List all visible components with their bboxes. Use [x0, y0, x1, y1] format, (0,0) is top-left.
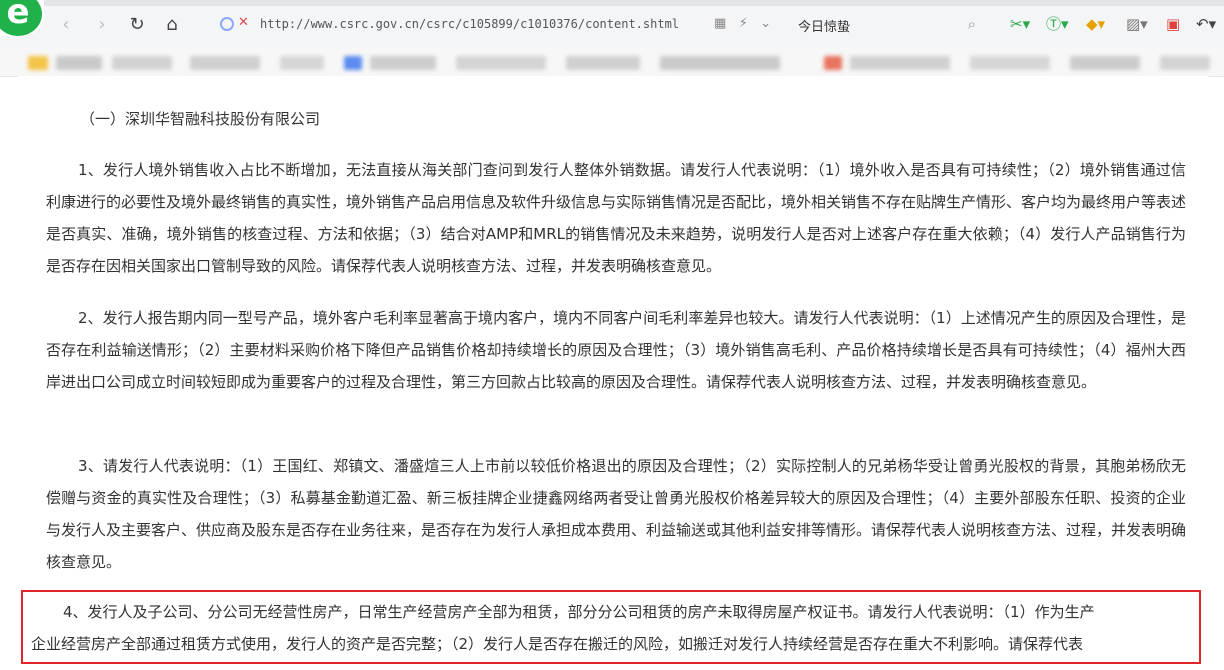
bookmark-item[interactable]	[190, 56, 260, 70]
refresh-icon[interactable]: ↻	[125, 13, 149, 37]
paragraph-2: 2、发行人报告期内同一型号产品，境外客户毛利率显著高于境内客户，境内不同客户间毛…	[46, 309, 1186, 391]
chevron-down-icon[interactable]: ⌄	[760, 16, 771, 31]
forward-icon[interactable]: ›	[90, 13, 114, 37]
bookmark-item[interactable]	[280, 56, 324, 70]
bookmark-item[interactable]	[344, 56, 362, 70]
bookmark-item[interactable]	[112, 56, 172, 70]
coupon-icon[interactable]: ◆▾	[1086, 13, 1105, 35]
security-icon	[220, 17, 234, 31]
bookmark-item[interactable]	[566, 56, 640, 70]
back-icon[interactable]: ‹	[54, 13, 78, 37]
bookmark-bar	[0, 48, 1224, 77]
paragraph-3: 3、请发行人代表说明：（1）王国红、郑镇文、潘盛煊三人上市前以较低价格退出的原因…	[46, 457, 1187, 571]
home-icon[interactable]: ⌂	[160, 13, 184, 37]
bookmark-item[interactable]	[660, 56, 780, 70]
not-secure-icon: ✕	[238, 15, 249, 30]
paragraph-4-line-2: 企业经营房产全部通过租赁方式使用，发行人的资产是否完整；（2）发行人是否存在搬迁…	[31, 635, 1084, 653]
paragraph-1: 1、发行人境外销售收入占比不断增加，无法直接从海关部门查问到发行人整体外销数据。…	[46, 161, 1187, 275]
bookmark-item[interactable]	[824, 56, 842, 70]
undo-icon[interactable]: ↶▾	[1196, 13, 1216, 35]
section-title: （一）深圳华智融科技股份有限公司	[80, 110, 321, 128]
browser-logo-icon[interactable]: e	[0, 0, 44, 36]
lightning-icon[interactable]: ⚡	[739, 16, 748, 31]
url-text[interactable]: http://www.csrc.gov.cn/csrc/c105899/c101…	[260, 17, 679, 31]
bookmark-item[interactable]	[28, 56, 48, 70]
grid-icon[interactable]: ▦	[714, 16, 726, 31]
paragraph-4: 4、发行人及子公司、分公司无经营性房产，日常生产经营房产全部为租赁，部分分公司租…	[31, 596, 1187, 660]
translate-icon[interactable]: Ⓣ▾	[1046, 13, 1069, 35]
bookmark-item[interactable]	[970, 56, 1050, 70]
bookmark-item[interactable]	[1160, 56, 1210, 70]
highlighted-paragraph: 4、发行人及子公司、分公司无经营性房产，日常生产经营房产全部为租赁，部分分公司租…	[21, 590, 1201, 664]
image-icon[interactable]: ▨▾	[1126, 13, 1148, 35]
address-tools: ▦ ⚡ ⌄	[714, 16, 771, 31]
bookmark-item[interactable]	[850, 56, 950, 70]
bookmark-item[interactable]	[1070, 56, 1140, 70]
apps-icon[interactable]: ▣	[1166, 13, 1180, 35]
search-icon[interactable]: ⌕	[968, 15, 976, 33]
article-content: （一）深圳华智融科技股份有限公司 1、发行人境外销售收入占比不断增加，无法直接从…	[18, 76, 1208, 670]
bookmark-item[interactable]	[370, 56, 436, 70]
scissors-icon[interactable]: ✂▾	[1010, 13, 1030, 35]
search-box[interactable]: 今日惊蛰 ⌕	[790, 10, 990, 38]
search-input[interactable]: 今日惊蛰	[798, 16, 850, 35]
browser-toolbar: e ‹ › ↻ ⌂ ✕ http://www.csrc.gov.cn/csrc/…	[0, 0, 1224, 49]
paragraph-4-line-1: 4、发行人及子公司、分公司无经营性房产，日常生产经营房产全部为租赁，部分分公司租…	[63, 603, 1095, 621]
bookmark-item[interactable]	[56, 56, 102, 70]
bookmark-item[interactable]	[456, 56, 546, 70]
tab-strip	[0, 0, 1224, 6]
address-bar[interactable]: ✕ http://www.csrc.gov.cn/csrc/c105899/c1…	[214, 13, 780, 37]
